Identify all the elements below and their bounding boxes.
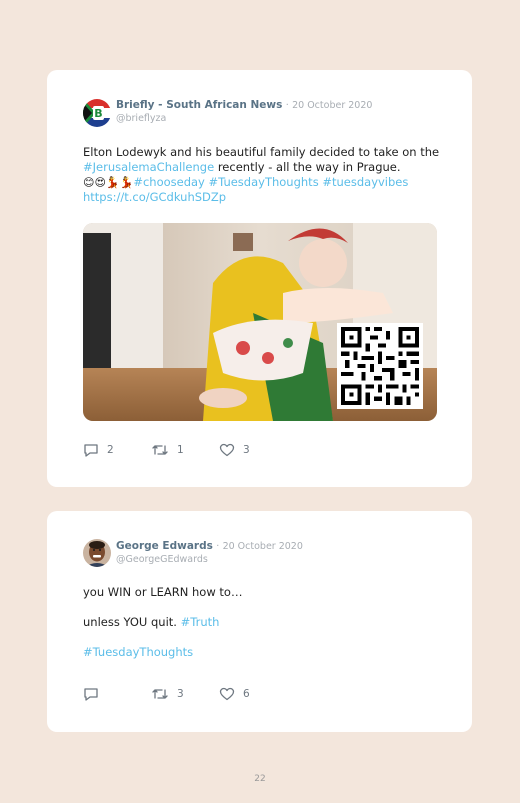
url-link[interactable]: https://t.co/GCdkuhSDZp xyxy=(83,190,226,204)
like-count: 3 xyxy=(243,444,250,456)
tweet-text: Elton Lodewyk and his beautiful family d… xyxy=(83,145,444,205)
reply-icon xyxy=(84,688,98,701)
retweet-icon xyxy=(152,445,168,455)
text-segment: Elton Lodewyk and his beautiful family d… xyxy=(83,145,440,159)
like-icon xyxy=(219,687,235,701)
tweet-actions: 2 1 3 xyxy=(83,443,287,457)
like-icon xyxy=(219,443,235,457)
like-button[interactable]: 6 xyxy=(219,687,287,701)
tweet-meta: Briefly - South African News · 20 Octobe… xyxy=(116,99,372,125)
tweet-date[interactable]: 20 October 2020 xyxy=(223,541,303,552)
tweet-video-thumbnail[interactable] xyxy=(83,223,437,421)
like-button[interactable]: 3 xyxy=(219,443,287,457)
tweet-card-briefly: B Briefly - South African News · 20 Octo… xyxy=(47,70,472,487)
author-name[interactable]: Briefly - South African News xyxy=(116,99,282,111)
author-handle[interactable]: @GeorgeGEdwards xyxy=(116,553,303,566)
retweet-button[interactable]: 1 xyxy=(151,443,219,457)
hashtag-link[interactable]: #JerusalemaChallenge xyxy=(83,160,214,174)
tweet-date[interactable]: 20 October 2020 xyxy=(292,100,372,111)
tweet-card-george: George Edwards · 20 October 2020 @George… xyxy=(47,511,472,732)
retweet-button[interactable]: 3 xyxy=(151,687,219,701)
hashtag-link[interactable]: #tuesdayvibes xyxy=(322,175,408,189)
retweet-count: 1 xyxy=(177,444,184,456)
text-segment: you WIN or LEARN how to… xyxy=(83,585,243,599)
reply-button[interactable] xyxy=(83,687,151,701)
author-name[interactable]: George Edwards xyxy=(116,540,213,552)
emoji-group: 😊😍💃💃 xyxy=(83,176,134,189)
tweet-line-3: #TuesdayThoughts xyxy=(83,645,444,660)
reply-count: 2 xyxy=(107,444,114,456)
tweet-line-2: unless YOU quit. #Truth xyxy=(83,615,444,630)
tweet-meta: George Edwards · 20 October 2020 @George… xyxy=(116,540,303,566)
author-handle[interactable]: @brieflyza xyxy=(116,112,372,125)
avatar-george[interactable] xyxy=(83,539,111,567)
reply-icon xyxy=(84,444,98,457)
page-number: 22 xyxy=(254,774,266,784)
svg-text:B: B xyxy=(94,107,102,120)
hashtag-link[interactable]: #TuesdayThoughts xyxy=(83,645,193,659)
text-segment: recently - all the way in Prague. xyxy=(214,160,401,174)
separator: · xyxy=(216,541,220,552)
reply-button[interactable]: 2 xyxy=(83,443,151,457)
hashtag-link[interactable]: #chooseday xyxy=(133,175,205,189)
hashtag-link[interactable]: #Truth xyxy=(181,615,220,629)
like-count: 6 xyxy=(243,688,250,700)
retweet-icon xyxy=(152,689,168,699)
hashtag-link[interactable]: #TuesdayThoughts xyxy=(209,175,319,189)
separator: · xyxy=(285,100,289,111)
qr-code-icon xyxy=(337,323,423,409)
tweet-actions: 3 6 xyxy=(83,687,287,701)
text-segment: unless YOU quit. xyxy=(83,615,181,629)
tweet-line-1: you WIN or LEARN how to… xyxy=(83,585,444,600)
avatar-briefly[interactable]: B xyxy=(83,99,111,127)
retweet-count: 3 xyxy=(177,688,184,700)
